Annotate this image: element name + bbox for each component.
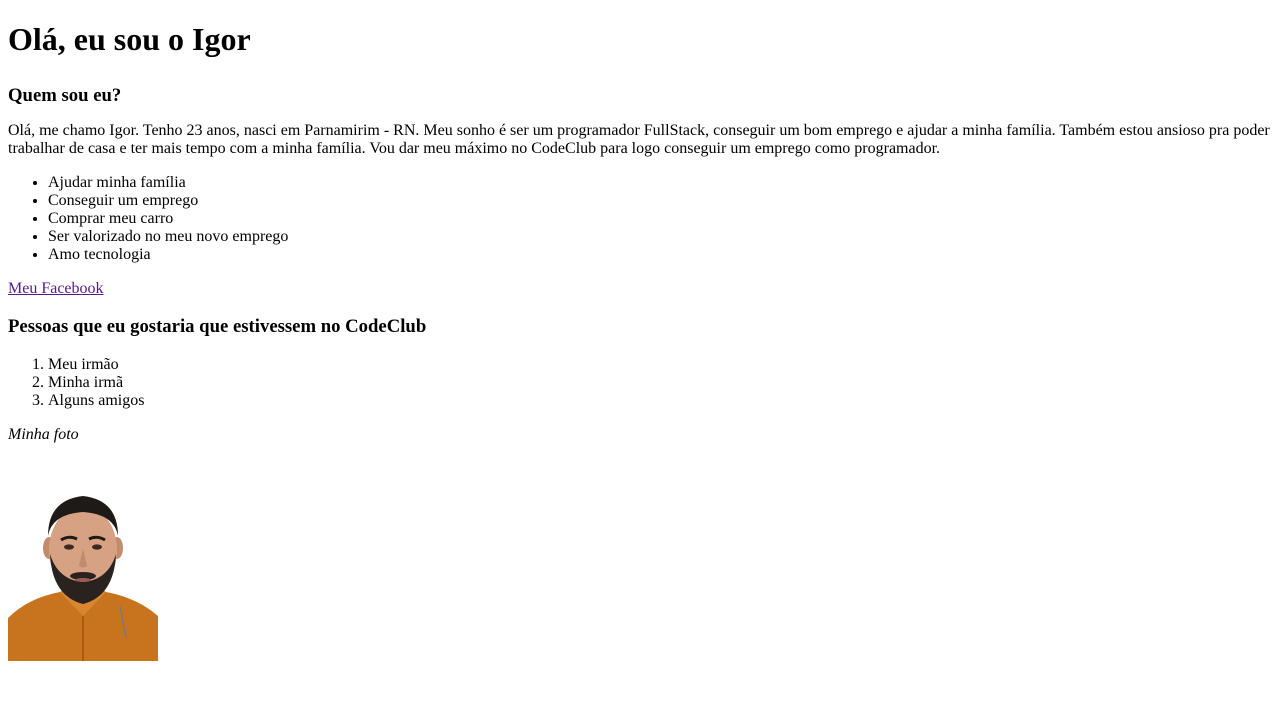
people-list: Meu irmão Minha irmã Alguns amigos xyxy=(8,356,1272,410)
list-item: Ser valorizado no meu novo emprego xyxy=(48,228,1272,246)
profile-photo xyxy=(8,488,158,661)
list-item: Conseguir um emprego xyxy=(48,192,1272,210)
list-item: Amo tecnologia xyxy=(48,246,1272,264)
list-item: Ajudar minha família xyxy=(48,174,1272,192)
people-heading: Pessoas que eu gostaria que estivessem n… xyxy=(8,316,427,337)
photo-caption: Minha foto xyxy=(8,426,1272,444)
list-item: Alguns amigos xyxy=(48,392,1272,410)
list-item: Minha irmã xyxy=(48,374,1272,392)
photo-caption-text: Minha foto xyxy=(8,426,79,443)
list-item: Comprar meu carro xyxy=(48,210,1272,228)
list-item: Meu irmão xyxy=(48,356,1272,374)
page-content: Olá, eu sou o Igor Quem sou eu? Olá, me … xyxy=(0,21,1280,661)
about-paragraph: Olá, me chamo Igor. Tenho 23 anos, nasci… xyxy=(8,122,1270,157)
facebook-paragraph: Meu Facebook xyxy=(8,280,1272,298)
about-heading: Quem sou eu? xyxy=(8,85,122,106)
facebook-link[interactable]: Meu Facebook xyxy=(8,280,104,297)
page-title: Olá, eu sou o Igor xyxy=(8,21,251,57)
goals-list: Ajudar minha família Conseguir um empreg… xyxy=(8,174,1272,264)
